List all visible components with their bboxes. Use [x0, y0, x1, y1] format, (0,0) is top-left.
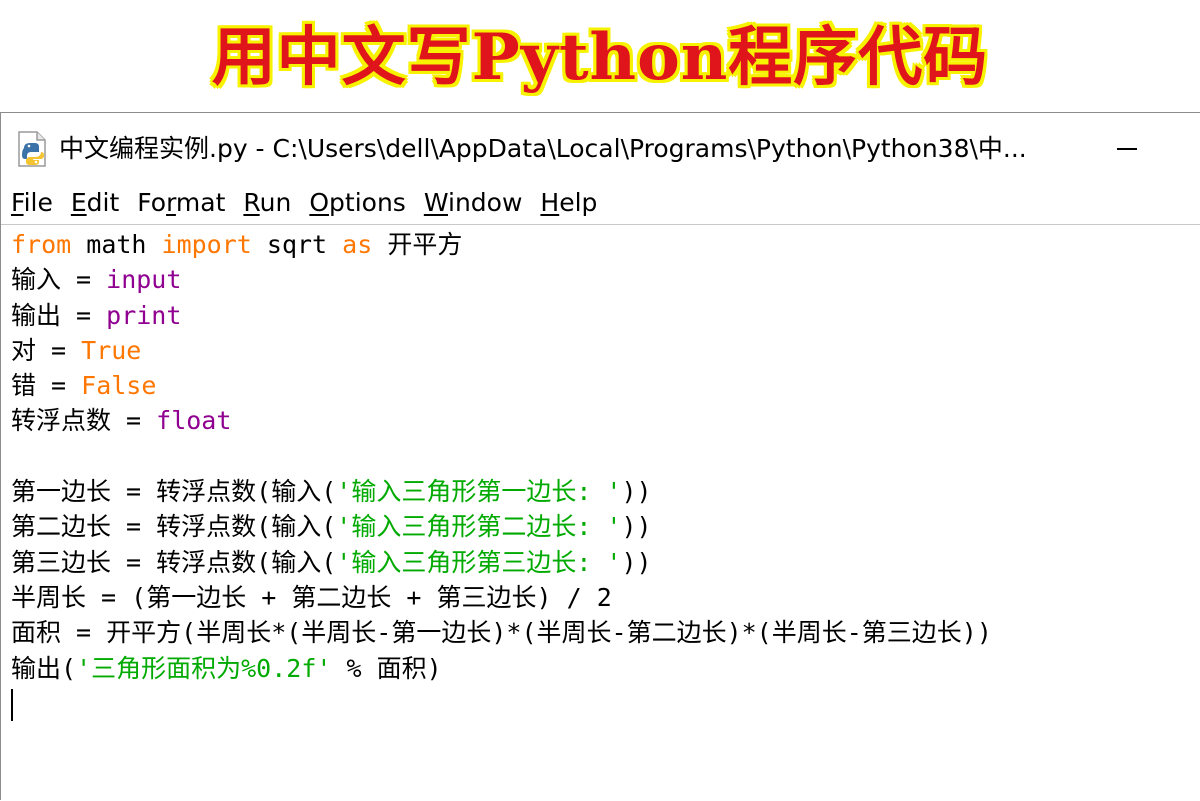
code-token: 第二边长 = 转浮点数(输入( — [11, 512, 337, 542]
code-token: 第一边长 = 转浮点数(输入( — [11, 477, 337, 507]
code-token: sqrt — [251, 230, 343, 259]
code-line-4: 对 = True — [11, 333, 1200, 368]
code-token: 开平方 — [372, 230, 463, 259]
window-title: 中文编程实例.py - C:\Users\dell\AppData\Local\… — [59, 134, 1027, 163]
menu-run-mnemonic: R — [243, 187, 260, 217]
minimize-button[interactable] — [1099, 127, 1155, 171]
code-line-6: 转浮点数 = float — [11, 403, 1200, 438]
python-file-icon — [18, 131, 46, 167]
code-line-14 — [11, 686, 1200, 721]
banner-title: 用中文写Python程序代码 — [211, 20, 989, 95]
code-token: 输入 = — [11, 265, 107, 295]
code-editor[interactable]: from math import sqrt as 开平方 输入 = input … — [1, 227, 1200, 801]
string-token: '输入三角形第二边长: ' — [336, 512, 622, 542]
text-cursor — [11, 688, 13, 721]
keyword-token: True — [81, 335, 142, 365]
code-line-10: 第三边长 = 转浮点数(输入('输入三角形第三边长: ')) — [11, 545, 1200, 580]
code-line-12: 面积 = 开平方(半周长*(半周长-第一边长)*(半周长-第二边长)*(半周长-… — [11, 615, 1200, 650]
menu-file-mnemonic: F — [11, 187, 24, 217]
code-line-3: 输出 = print — [11, 298, 1200, 333]
menu-help-mnemonic: H — [540, 187, 560, 217]
menu-options-label: ptions — [329, 187, 406, 217]
code-line-13: 输出('三角形面积为%0.2f' % 面积) — [11, 651, 1200, 686]
code-line-5: 错 = False — [11, 368, 1200, 403]
code-token: 输出 = — [11, 300, 107, 330]
menu-window-label: indow — [448, 187, 523, 217]
code-token: )) — [621, 477, 652, 507]
code-line-8: 第一边长 = 转浮点数(输入('输入三角形第一边长: ')) — [11, 474, 1200, 509]
code-token: 半周长 = (第一边长 + 第二边长 + 第三边长) / 2 — [11, 582, 612, 612]
menu-file[interactable]: File — [1, 183, 61, 223]
menu-file-label: ile — [23, 187, 53, 217]
menu-help-label: elp — [559, 187, 598, 217]
builtin-token: print — [106, 300, 182, 330]
code-token: 错 = — [11, 371, 82, 401]
menu-edit-mnemonic: E — [70, 187, 87, 217]
builtin-token: input — [106, 265, 182, 295]
menu-edit-label: dit — [86, 187, 120, 217]
code-token: )) — [621, 512, 652, 542]
code-token: 对 = — [11, 335, 82, 365]
code-line-2: 输入 = input — [11, 262, 1200, 297]
menu-run-label: un — [259, 187, 292, 217]
title-bar: 中文编程实例.py - C:\Users\dell\AppData\Local\… — [1, 113, 1200, 177]
menu-bar: File Edit Format Run Options Window Help — [1, 181, 1200, 225]
keyword-token: as — [342, 230, 373, 259]
code-line-1: from math import sqrt as 开平方 — [11, 227, 1200, 262]
menu-window-mnemonic: W — [423, 187, 448, 217]
code-token: 输出( — [11, 653, 77, 683]
menu-window[interactable]: Window — [414, 183, 531, 223]
string-token: '输入三角形第一边长: ' — [336, 477, 622, 507]
code-token: % 面积) — [331, 653, 442, 683]
keyword-token: import — [161, 230, 252, 259]
code-token: 转浮点数 = — [11, 406, 157, 436]
menu-format-label: mat — [175, 187, 226, 217]
code-token: )) — [621, 547, 652, 577]
menu-run[interactable]: Run — [233, 183, 299, 223]
menu-edit[interactable]: Edit — [61, 183, 127, 223]
keyword-token: False — [81, 371, 157, 401]
code-token: math — [71, 230, 162, 259]
banner: 用中文写Python程序代码 — [0, 0, 1200, 112]
code-line-11: 半周长 = (第一边长 + 第二边长 + 第三边长) / 2 — [11, 580, 1200, 615]
keyword-token: from — [11, 230, 72, 259]
string-token: '三角形面积为%0.2f' — [76, 653, 332, 683]
code-token: 第三边长 = 转浮点数(输入( — [11, 547, 337, 577]
menu-options-mnemonic: O — [309, 187, 330, 217]
minimize-icon — [1117, 148, 1137, 150]
menu-options[interactable]: Options — [299, 183, 413, 223]
builtin-token: float — [156, 406, 232, 436]
string-token: '输入三角形第三边长: ' — [336, 547, 622, 577]
menu-format-mnemonic: r — [166, 187, 176, 217]
idle-editor-window: 中文编程实例.py - C:\Users\dell\AppData\Local\… — [0, 112, 1200, 801]
menu-format-prefix: Fo — [137, 187, 167, 217]
code-line-9: 第二边长 = 转浮点数(输入('输入三角形第二边长: ')) — [11, 509, 1200, 544]
menu-help[interactable]: Help — [530, 183, 605, 223]
code-token: 面积 = 开平方(半周长*(半周长-第一边长)*(半周长-第二边长)*(半周长-… — [11, 618, 992, 648]
menu-format[interactable]: Format — [127, 183, 233, 223]
